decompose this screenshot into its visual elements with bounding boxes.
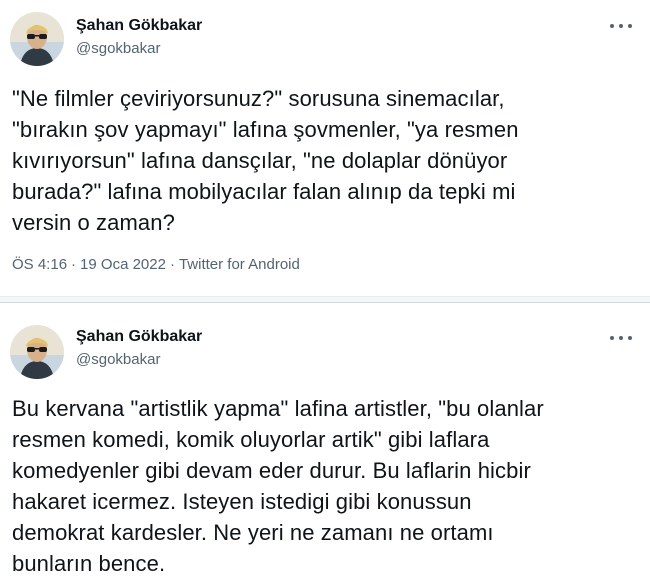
more-horizontal-icon <box>610 24 614 28</box>
meta-separator: · <box>71 256 77 273</box>
author-display-name[interactable]: Şahan Gökbakar <box>76 17 202 35</box>
more-options-button[interactable] <box>610 19 632 33</box>
profile-photo-icon <box>10 325 64 379</box>
tweet-time[interactable]: ÖS 4:16 <box>12 256 67 273</box>
tweet-text: "Ne filmler çeviriyorsunuz?" sorusuna si… <box>12 86 519 235</box>
profile-photo-icon <box>10 12 64 66</box>
tweet-card[interactable]: Şahan Gökbakar @sgokbakar Bu kervana "ar… <box>0 302 650 578</box>
avatar[interactable] <box>10 325 64 379</box>
author-handle[interactable]: @sgokbakar <box>76 351 160 368</box>
more-options-button[interactable] <box>610 331 632 345</box>
tweet-card[interactable]: Şahan Gökbakar @sgokbakar "Ne filmler çe… <box>0 0 650 296</box>
author-display-name[interactable]: Şahan Gökbakar <box>76 328 202 346</box>
tweet-source[interactable]: Twitter for Android <box>179 256 300 273</box>
author-handle[interactable]: @sgokbakar <box>76 40 160 57</box>
tweet-metadata: ÖS 4:16 · 19 Oca 2022 · Twitter for Android <box>12 256 300 273</box>
more-horizontal-icon <box>610 336 614 340</box>
tweet-text: Bu kervana "artistlik yapma" lafina arti… <box>12 396 544 576</box>
meta-separator: · <box>169 256 175 273</box>
avatar[interactable] <box>10 12 64 66</box>
tweet-date[interactable]: 19 Oca 2022 <box>80 256 166 273</box>
